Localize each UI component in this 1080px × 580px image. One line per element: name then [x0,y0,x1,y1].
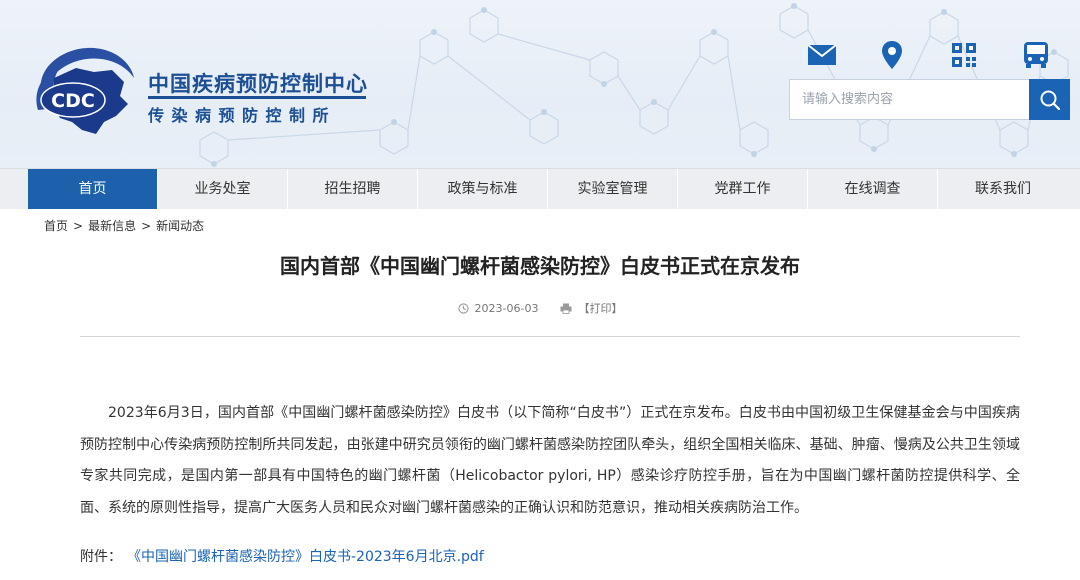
svg-text:CDC: CDC [51,90,95,112]
site-header: CDC 中国疾病预防控制中心 传染病预防控制所 [0,0,1080,168]
nav-item-lab-management[interactable]: 实验室管理 [548,169,678,209]
nav-item-policy[interactable]: 政策与标准 [418,169,548,209]
print-link[interactable]: 【打印】 [578,302,622,315]
cdc-logo: CDC [36,47,134,134]
org-underline [148,96,366,99]
nav-item-party-work[interactable]: 党群工作 [678,169,808,209]
printer-icon[interactable] [560,303,572,314]
breadcrumb-home[interactable]: 首页 [44,219,68,233]
search-button[interactable] [1029,79,1070,120]
attachment-row: 附件： 《中国幽门螺杆菌感染防控》白皮书-2023年6月北京.pdf [80,546,484,566]
location-icon[interactable] [875,38,909,72]
nav-item-recruitment[interactable]: 招生招聘 [288,169,418,209]
mail-icon[interactable] [805,38,839,72]
quick-links [805,38,1055,72]
title-divider [80,336,1020,337]
search-icon [1040,90,1060,110]
attachment-label: 附件： [80,549,122,565]
nav-item-survey[interactable]: 在线调查 [808,169,938,209]
article-meta: 2023-06-03 【打印】 [0,300,1080,316]
clock-icon [457,302,469,314]
article-body: 2023年6月3日，国内首部《中国幽门螺杆菌感染防控》白皮书（以下简称“白皮书”… [80,405,1020,516]
article-title: 国内首部《中国幽门螺杆菌感染防控》白皮书正式在京发布 [280,254,800,278]
attachment-link[interactable]: 《中国幽门螺杆菌感染防控》白皮书-2023年6月北京.pdf [134,549,484,565]
breadcrumb-separator: > [141,219,152,233]
breadcrumb-separator: > [73,219,84,233]
nav-item-contact[interactable]: 联系我们 [938,169,1068,209]
nav-item-home[interactable]: 首页 [28,169,158,209]
search-input[interactable] [789,79,1029,120]
breadcrumb-latest[interactable]: 最新信息 [88,219,136,233]
org-subtitle: 传染病预防控制所 [148,106,337,125]
bus-icon[interactable] [1019,38,1053,72]
main-nav: 首页 业务处室 招生招聘 政策与标准 实验室管理 党群工作 在线调查 联系我们 [0,168,1080,209]
org-name: 中国疾病预防控制中心 [148,72,368,96]
article-date: 2023-06-03 [474,301,539,315]
breadcrumb: 首页 > 最新信息 > 新闻动态 [44,217,204,234]
breadcrumb-news[interactable]: 新闻动态 [156,219,204,233]
qrcode-icon[interactable] [947,38,981,72]
nav-item-departments[interactable]: 业务处室 [158,169,288,209]
